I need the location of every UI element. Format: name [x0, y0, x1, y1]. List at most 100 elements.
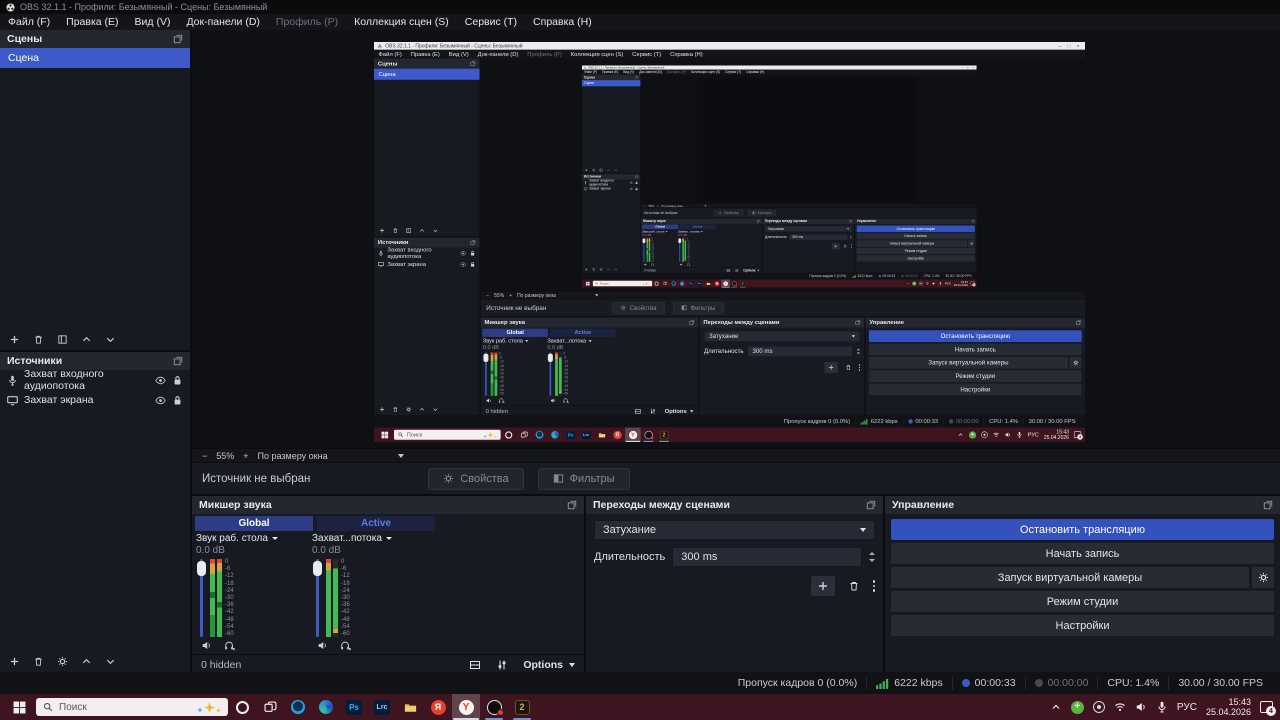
- scenes-title: Сцены: [377, 60, 398, 67]
- speaker-icon[interactable]: [201, 640, 212, 651]
- virtual-camera-settings-button[interactable]: [1252, 567, 1274, 588]
- left-docks: Сцены Сцена Источники Захват входного ау…: [0, 30, 190, 672]
- task-view-button[interactable]: [256, 694, 284, 720]
- menu-tools[interactable]: Сервис (T): [457, 16, 525, 28]
- stop-streaming-button[interactable]: Остановить трансляцию: [891, 519, 1274, 540]
- headphones-mute-icon[interactable]: [340, 640, 351, 651]
- taskbar-explorer-icon[interactable]: [396, 694, 424, 720]
- volume-icon[interactable]: [1135, 701, 1147, 713]
- remove-transition-button[interactable]: [848, 580, 860, 592]
- taskbar-photoshop-icon[interactable]: Ps: [340, 694, 368, 720]
- source-screen-capture: Захват экрана: [374, 259, 480, 270]
- remove-scene-button[interactable]: [33, 334, 44, 345]
- tray-mic-icon[interactable]: [1156, 701, 1168, 713]
- taskbar-yandex-browser-icon[interactable]: Y: [452, 694, 480, 720]
- taskbar-app2-icon[interactable]: 2: [508, 694, 536, 720]
- add-scene-button[interactable]: [9, 334, 20, 345]
- duration-input[interactable]: 300 ms: [672, 547, 862, 567]
- volume-slider[interactable]: [196, 559, 207, 637]
- visibility-eye-icon[interactable]: [155, 395, 166, 406]
- duration-spinner[interactable]: [869, 552, 875, 562]
- transition-type-select[interactable]: Затухание: [594, 520, 875, 540]
- language-indicator[interactable]: РУС: [1177, 702, 1197, 713]
- properties-button[interactable]: Свойства: [428, 467, 524, 490]
- taskbar-lightroom-icon[interactable]: Lrc: [368, 694, 396, 720]
- taskbar-edge-icon[interactable]: [312, 694, 340, 720]
- menu-docks[interactable]: Док-панели (D): [178, 16, 267, 28]
- headphones-mute-icon[interactable]: [224, 640, 235, 651]
- taskbar-camera-app-icon[interactable]: [284, 694, 312, 720]
- menu-help[interactable]: Справка (H): [525, 16, 600, 28]
- transition-menu-button[interactable]: [872, 580, 875, 592]
- tray-app-icon[interactable]: [1092, 701, 1105, 713]
- fit-to-window-select[interactable]: По размеру окна: [258, 451, 404, 461]
- controls-body: Остановить трансляцию Начать запись Запу…: [866, 328, 1085, 400]
- remove-source-button[interactable]: [33, 656, 44, 667]
- source-up-button[interactable]: [81, 656, 92, 667]
- channel-name-select[interactable]: Звук раб. стола: [196, 532, 306, 545]
- menu-view[interactable]: Вид (V): [127, 16, 179, 28]
- spin-up-icon[interactable]: [869, 552, 875, 555]
- signal-bars-icon: [876, 678, 889, 689]
- taskbar-opera-icon[interactable]: [228, 694, 256, 720]
- titlebar: OBS 32.1.1 - Профили: Безымянный - Сцены…: [0, 0, 1280, 14]
- preview-canvas[interactable]: OBS 32.1.1 - Профили: Безымянный - Сцены…: [192, 30, 1280, 448]
- split-panel-icon[interactable]: [469, 659, 481, 671]
- advanced-audio-icon[interactable]: [496, 659, 508, 671]
- scene-down-button[interactable]: [105, 334, 116, 345]
- dock-popout-icon[interactable]: [173, 356, 183, 366]
- duration-row: Длительность 300 ms: [594, 547, 875, 567]
- taskbar-obs-icon[interactable]: [480, 694, 508, 720]
- start-recording-button[interactable]: Начать запись: [891, 543, 1274, 564]
- zoom-in-button[interactable]: +: [243, 451, 248, 461]
- scene-filters-button[interactable]: [57, 334, 68, 345]
- settings-button[interactable]: Настройки: [891, 615, 1274, 636]
- scene-up-button[interactable]: [81, 334, 92, 345]
- transitions-body: Затухание Длительность 300 ms: [763, 224, 855, 251]
- start-virtual-camera-button[interactable]: Запуск виртуальной камеры: [891, 567, 1249, 588]
- taskbar-yandex-icon[interactable]: Я: [424, 694, 452, 720]
- source-properties-gear-icon[interactable]: [57, 656, 68, 667]
- wifi-icon[interactable]: [1114, 701, 1126, 713]
- menu-file[interactable]: Файл (F): [0, 16, 58, 28]
- lock-icon[interactable]: [172, 375, 183, 386]
- add-source-button[interactable]: [9, 656, 20, 667]
- speaker-icon[interactable]: [317, 640, 328, 651]
- tab-global[interactable]: Global: [195, 516, 313, 531]
- menu-edit[interactable]: Правка (E): [58, 16, 126, 28]
- source-audio-input[interactable]: Захват входного аудиопотока: [0, 368, 190, 392]
- taskbar-clock[interactable]: 15:43 25.04.2026: [1206, 697, 1251, 717]
- antivirus-tray-icon[interactable]: +: [1070, 700, 1084, 714]
- scene-item[interactable]: Сцена: [0, 48, 190, 68]
- plus-icon: [828, 364, 835, 371]
- taskbar-search-input[interactable]: Поиск: [36, 698, 228, 716]
- menu-scene-collection[interactable]: Коллекция сцен (S): [346, 16, 457, 28]
- channel-name-select[interactable]: Захват...потока: [312, 532, 422, 545]
- volume-slider: [678, 237, 682, 262]
- volume-slider[interactable]: [312, 559, 323, 637]
- spin-up-icon: [856, 348, 861, 351]
- spin-down-icon[interactable]: [869, 559, 875, 562]
- start-button[interactable]: [5, 694, 33, 720]
- dock-popout-icon[interactable]: [866, 500, 876, 510]
- dock-popout-icon[interactable]: [567, 500, 577, 510]
- notification-center-icon[interactable]: 4: [1260, 701, 1276, 716]
- source-down-button[interactable]: [105, 656, 116, 667]
- filters-button[interactable]: Фильтры: [537, 467, 630, 490]
- dock-popout-icon[interactable]: [173, 34, 183, 44]
- studio-mode-button[interactable]: Режим студии: [891, 591, 1274, 612]
- zoom-out-button[interactable]: −: [202, 451, 207, 461]
- tab-active[interactable]: Active: [317, 516, 435, 531]
- speaker-icon: [550, 398, 556, 404]
- clock-date: 25.04.2026: [1043, 434, 1069, 441]
- options-button[interactable]: Options: [523, 659, 575, 671]
- tray-expand-icon[interactable]: [1050, 701, 1062, 713]
- dock-popout-icon[interactable]: [1263, 500, 1273, 510]
- record-status-icon: [948, 419, 954, 424]
- add-transition-button[interactable]: [810, 576, 835, 596]
- source-screen-capture[interactable]: Захват экрана: [0, 390, 190, 410]
- lock-icon[interactable]: [172, 395, 183, 406]
- visibility-eye-icon[interactable]: [155, 375, 166, 386]
- controls-body: Остановить трансляцию Начать запись Запу…: [855, 224, 977, 264]
- menu-profile[interactable]: Профиль (P): [268, 16, 346, 28]
